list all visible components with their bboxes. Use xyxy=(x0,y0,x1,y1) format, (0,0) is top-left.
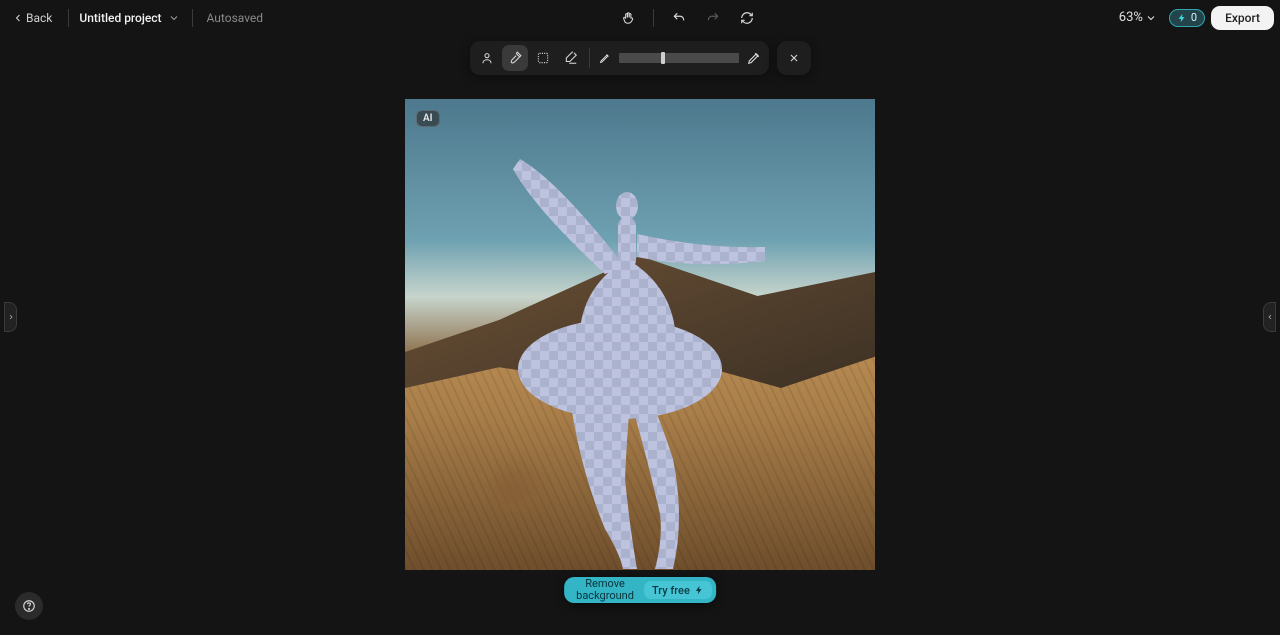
remove-background-label: Remove background xyxy=(564,578,644,602)
lasso-icon xyxy=(536,51,550,65)
canvas[interactable]: AI xyxy=(405,99,875,570)
topbar-right: 63% 0 Export xyxy=(1113,6,1274,30)
hand-icon xyxy=(621,11,635,25)
close-icon xyxy=(788,52,800,64)
pan-hand-button[interactable] xyxy=(615,5,641,31)
pencil-icon xyxy=(599,52,611,64)
brush-large-icon xyxy=(747,51,761,65)
expand-left-panel[interactable] xyxy=(4,302,17,332)
credits-pill[interactable]: 0 xyxy=(1169,9,1205,27)
brush-tool[interactable] xyxy=(502,45,528,71)
export-label: Export xyxy=(1225,11,1260,25)
tool-group-main xyxy=(470,41,769,75)
chevron-left-icon xyxy=(1266,313,1274,321)
erased-subject-mask xyxy=(405,99,875,570)
topbar: Back Untitled project Autosaved 63% xyxy=(0,0,1280,35)
slider-track xyxy=(619,56,739,60)
remove-background-button[interactable]: Remove background Try free xyxy=(564,577,716,603)
ai-subject-tool[interactable] xyxy=(474,45,500,71)
project-title-wrap[interactable]: Untitled project xyxy=(79,10,181,26)
chevron-left-icon xyxy=(12,12,24,24)
refresh-icon xyxy=(740,11,754,25)
project-title: Untitled project xyxy=(79,11,161,25)
export-button[interactable]: Export xyxy=(1211,6,1274,30)
topbar-left: Back Untitled project Autosaved xyxy=(6,7,263,29)
back-button[interactable]: Back xyxy=(6,7,58,29)
expand-right-panel[interactable] xyxy=(1263,302,1276,332)
try-free-badge: Try free xyxy=(644,581,712,599)
close-tool-group xyxy=(777,41,811,75)
back-label: Back xyxy=(26,11,52,25)
brush-icon xyxy=(508,51,522,65)
divider xyxy=(192,9,193,27)
redo-button[interactable] xyxy=(700,5,726,31)
chevron-down-icon xyxy=(168,12,180,24)
redo-icon xyxy=(706,11,720,25)
close-tool-button[interactable] xyxy=(781,45,807,71)
brush-size-slider-wrap xyxy=(595,51,765,65)
project-menu-toggle[interactable] xyxy=(166,10,182,26)
credits-value: 0 xyxy=(1191,11,1197,24)
eraser-icon xyxy=(564,51,578,65)
chevron-right-icon xyxy=(7,313,15,321)
help-icon xyxy=(22,599,36,613)
zoom-control[interactable]: 63% xyxy=(1113,6,1163,29)
slider-thumb[interactable] xyxy=(661,52,665,64)
divider xyxy=(653,9,654,27)
eraser-tool[interactable] xyxy=(558,45,584,71)
topbar-center xyxy=(263,5,1113,31)
person-icon xyxy=(480,51,494,65)
divider xyxy=(589,48,590,68)
ai-badge: AI xyxy=(416,110,440,127)
bolt-icon xyxy=(1177,13,1187,23)
help-button[interactable] xyxy=(15,592,43,620)
reset-button[interactable] xyxy=(734,5,760,31)
bolt-icon xyxy=(694,585,704,595)
undo-icon xyxy=(672,11,686,25)
brush-size-slider[interactable] xyxy=(619,53,739,63)
zoom-value: 63% xyxy=(1119,10,1143,25)
chevron-down-icon xyxy=(1145,12,1157,24)
autosaved-label: Autosaved xyxy=(207,11,264,25)
divider xyxy=(68,9,69,27)
undo-button[interactable] xyxy=(666,5,692,31)
lasso-tool[interactable] xyxy=(530,45,556,71)
tool-row xyxy=(0,41,1280,75)
